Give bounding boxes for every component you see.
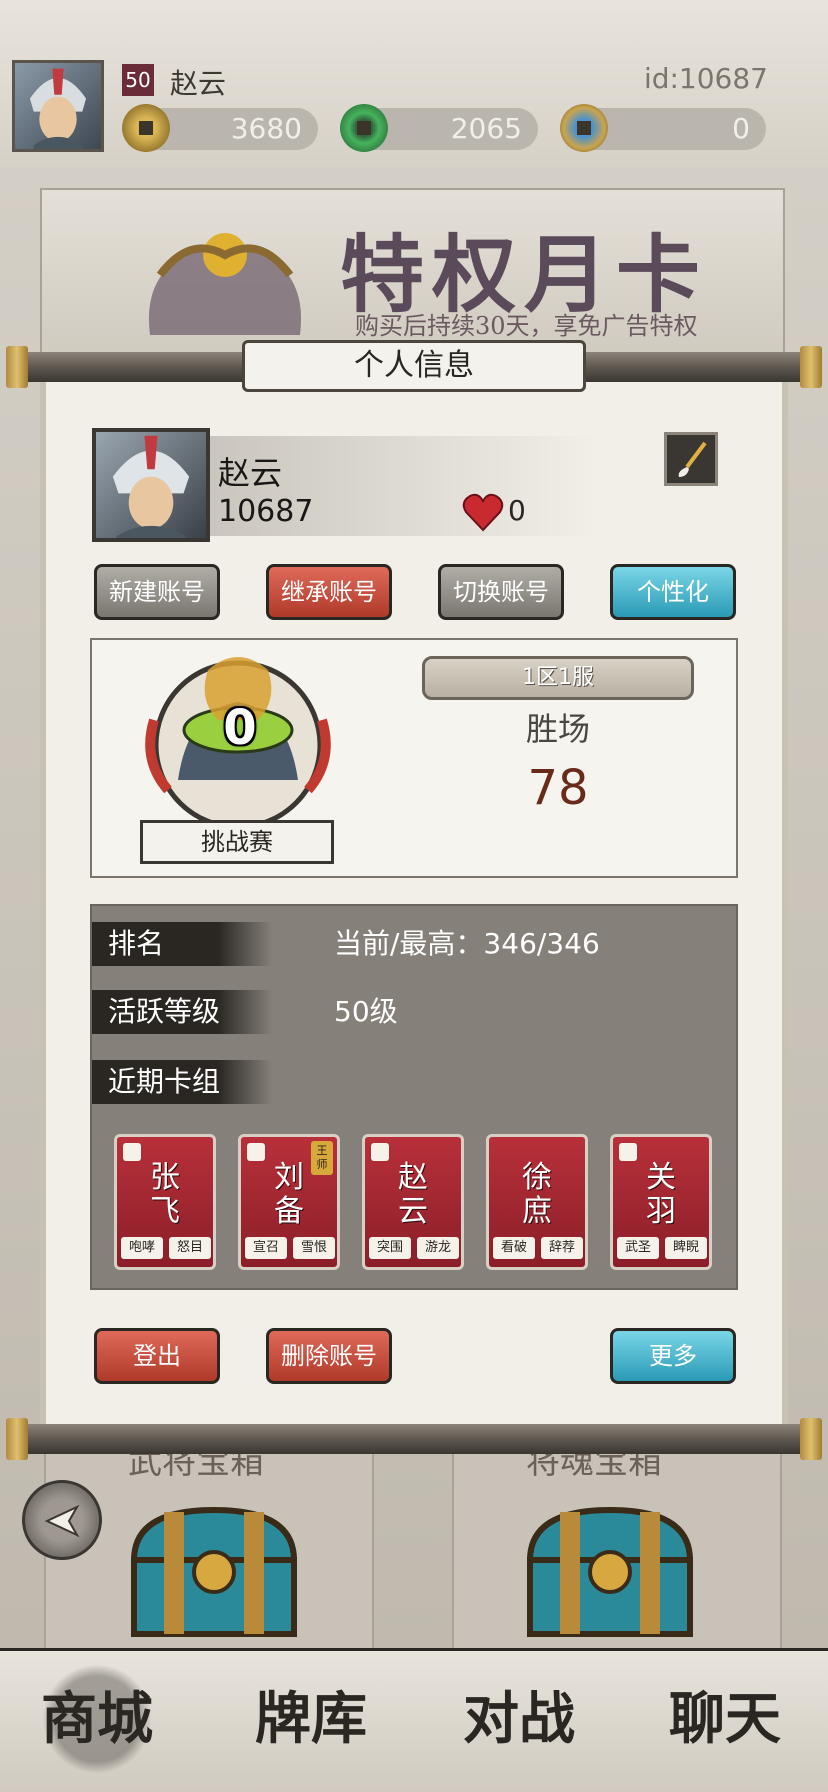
general-portrait-icon (29, 68, 87, 149)
rank-value: 当前/最高：346/346 (334, 927, 600, 960)
card-skill: 游龙 (417, 1237, 459, 1259)
card-name: 徐庶 (522, 1160, 552, 1229)
back-button[interactable] (22, 1480, 102, 1560)
logout-button[interactable]: 登出 (94, 1328, 220, 1384)
general-portrait-icon (112, 435, 190, 538)
card-skill: 宣召 (245, 1237, 287, 1259)
player-avatar[interactable] (12, 60, 104, 152)
card-skill: 雪恨 (293, 1237, 335, 1259)
blade-icon (619, 1143, 637, 1161)
deck-card[interactable]: 关羽 武圣 睥睨 (610, 1134, 712, 1270)
wins-label: 胜场 (525, 710, 590, 748)
gem-value: 0 (732, 112, 750, 145)
card-skill: 辞荐 (541, 1237, 583, 1259)
switch-account-button[interactable]: 切换账号 (438, 564, 564, 620)
gold-value: 3680 (230, 112, 302, 145)
wins-value: 78 (527, 760, 589, 816)
like-count: 0 (508, 494, 526, 527)
card-skill: 武圣 (617, 1237, 659, 1259)
jade-coin-icon (340, 104, 388, 152)
player-name: 赵云 (170, 67, 227, 100)
modal-title: 个人信息 (242, 340, 586, 392)
card-name: 关羽 (646, 1160, 676, 1229)
more-button[interactable]: 更多 (610, 1328, 736, 1384)
scroll-rod-bottom (6, 1418, 822, 1460)
deck-card[interactable]: 赵云 突围 游龙 (362, 1134, 464, 1270)
challenge-mode-label[interactable]: 挑战赛 (140, 820, 334, 864)
brush-icon (678, 441, 707, 477)
heart-icon[interactable] (462, 492, 504, 532)
medal-value: 0 (223, 700, 257, 756)
currency-jade[interactable]: 2065 (340, 104, 538, 152)
edit-profile-button[interactable] (664, 432, 718, 486)
card-name: 张飞 (150, 1160, 180, 1229)
profile-avatar[interactable] (92, 428, 210, 542)
player-id: id:10687 (643, 62, 768, 95)
deck-card[interactable]: 张飞 咆哮 怒目 (114, 1134, 216, 1270)
treasure-chest-icon (130, 1506, 298, 1637)
profile-id: 10687 (218, 494, 314, 529)
card-skill: 怒目 (169, 1237, 211, 1259)
nav-shop[interactable]: 商城 (22, 1664, 172, 1774)
card-name: 刘备 (274, 1160, 304, 1229)
personalize-button[interactable]: 个性化 (610, 564, 736, 620)
card-skill: 看破 (493, 1237, 535, 1259)
gold-coin-icon (122, 104, 170, 152)
weapon-icon (123, 1143, 141, 1161)
gem-coin-icon (560, 104, 608, 152)
card-skill: 咆哮 (121, 1237, 163, 1259)
recent-deck-label: 近期卡组 (92, 1060, 272, 1104)
deck-card[interactable]: 徐庶 看破 辞荐 (486, 1134, 588, 1270)
currency-gem[interactable]: 0 (560, 104, 766, 152)
faction-icon (247, 1143, 265, 1161)
card-skill: 睥睨 (665, 1237, 707, 1259)
delete-account-button[interactable]: 删除账号 (266, 1328, 392, 1384)
shield-icon (371, 1143, 389, 1161)
deck-card[interactable]: 王师 刘备 宣召 雪恨 (238, 1134, 340, 1270)
activity-value: 50级 (334, 995, 398, 1028)
card-name: 赵云 (398, 1160, 428, 1229)
level-badge: 50 (122, 64, 154, 96)
activity-label: 活跃等级 (92, 990, 272, 1034)
new-account-button[interactable]: 新建账号 (94, 564, 220, 620)
back-arrow-icon (44, 1504, 80, 1538)
rank-label: 排名 (92, 922, 272, 966)
nav-battle[interactable]: 对战 (444, 1664, 594, 1774)
currency-gold[interactable]: 3680 (122, 104, 318, 152)
nav-deck[interactable]: 牌库 (236, 1664, 386, 1774)
server-badge: 1区1服 (422, 656, 694, 700)
promo-subtitle: 购买后持续30天，享免广告特权 (355, 312, 698, 340)
profile-name: 赵云 (218, 454, 283, 492)
jade-value: 2065 (450, 112, 522, 145)
card-skill: 突围 (369, 1237, 411, 1259)
inherit-account-button[interactable]: 继承账号 (266, 564, 392, 620)
treasure-chest-icon (526, 1506, 694, 1637)
nav-chat[interactable]: 聊天 (650, 1664, 800, 1774)
